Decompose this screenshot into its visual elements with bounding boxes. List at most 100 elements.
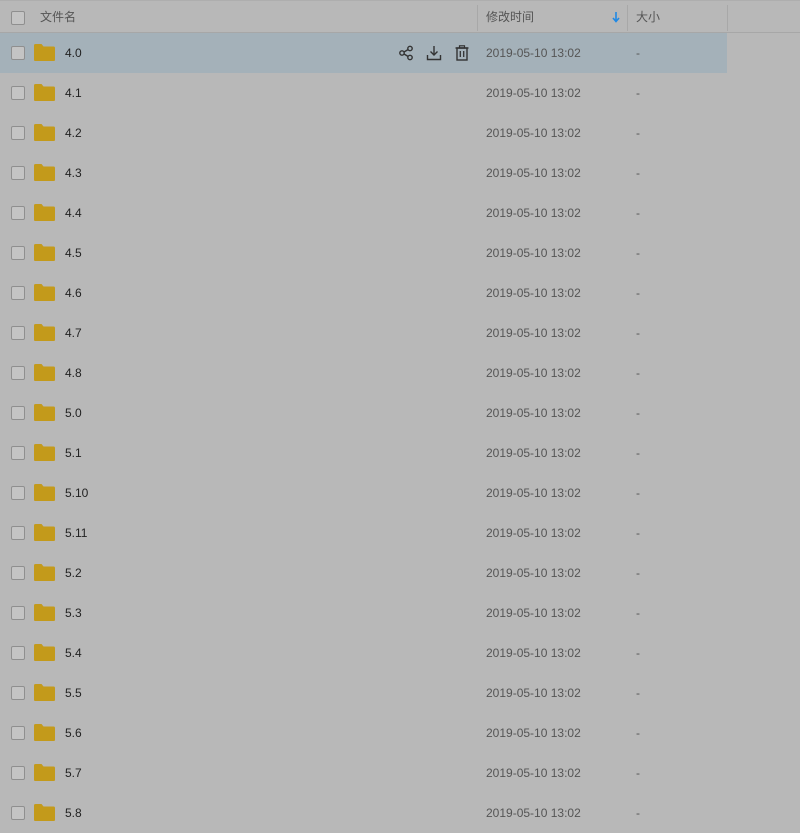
folder-icon[interactable] [34, 604, 55, 621]
file-name-link[interactable]: 4.7 [65, 313, 82, 353]
file-size: - [636, 166, 640, 180]
table-row[interactable]: 5.8 2019-05-10 13:02 - [0, 793, 800, 833]
file-name-link[interactable]: 5.8 [65, 793, 82, 833]
file-name-link[interactable]: 5.10 [65, 473, 88, 513]
folder-icon[interactable] [34, 204, 55, 221]
table-row[interactable]: 5.1 2019-05-10 13:02 - [0, 433, 800, 473]
folder-icon[interactable] [34, 124, 55, 141]
row-checkbox[interactable] [11, 126, 25, 140]
column-header-modified[interactable]: 修改时间 [486, 1, 534, 33]
folder-icon[interactable] [34, 404, 55, 421]
file-size: - [636, 646, 640, 660]
table-row[interactable]: 4.6 2019-05-10 13:02 - [0, 273, 800, 313]
table-row[interactable]: 5.11 2019-05-10 13:02 - [0, 513, 800, 553]
arrow-down-icon[interactable] [612, 11, 620, 23]
folder-icon[interactable] [34, 764, 55, 781]
row-checkbox[interactable] [11, 326, 25, 340]
folder-icon[interactable] [34, 44, 55, 61]
file-name-link[interactable]: 5.3 [65, 593, 82, 633]
file-name-link[interactable]: 5.4 [65, 633, 82, 673]
folder-icon[interactable] [34, 524, 55, 541]
modified-time: 2019-05-10 13:02 [486, 286, 581, 300]
row-checkbox[interactable] [11, 806, 25, 820]
row-checkbox[interactable] [11, 166, 25, 180]
file-name-link[interactable]: 5.7 [65, 753, 82, 793]
table-row[interactable]: 4.3 2019-05-10 13:02 - [0, 153, 800, 193]
file-name-link[interactable]: 4.5 [65, 233, 82, 273]
folder-icon[interactable] [34, 444, 55, 461]
column-divider[interactable] [477, 5, 478, 31]
table-row[interactable]: 4.7 2019-05-10 13:02 - [0, 313, 800, 353]
file-size: - [636, 726, 640, 740]
row-checkbox[interactable] [11, 366, 25, 380]
table-row[interactable]: 5.0 2019-05-10 13:02 - [0, 393, 800, 433]
row-checkbox[interactable] [11, 86, 25, 100]
share-icon[interactable] [398, 45, 414, 61]
file-name-link[interactable]: 4.6 [65, 273, 82, 313]
file-name-link[interactable]: 5.6 [65, 713, 82, 753]
table-row[interactable]: 5.4 2019-05-10 13:02 - [0, 633, 800, 673]
table-row[interactable]: 5.6 2019-05-10 13:02 - [0, 713, 800, 753]
table-row[interactable]: 4.1 2019-05-10 13:02 - [0, 73, 800, 113]
column-header-name[interactable]: 文件名 [40, 1, 76, 33]
folder-icon[interactable] [34, 324, 55, 341]
row-checkbox[interactable] [11, 686, 25, 700]
file-name-link[interactable]: 4.8 [65, 353, 82, 393]
folder-icon[interactable] [34, 724, 55, 741]
file-size: - [636, 606, 640, 620]
column-header-size[interactable]: 大小 [636, 1, 660, 33]
folder-icon[interactable] [34, 84, 55, 101]
table-row[interactable]: 4.8 2019-05-10 13:02 - [0, 353, 800, 393]
folder-icon[interactable] [34, 644, 55, 661]
table-row[interactable]: 5.5 2019-05-10 13:02 - [0, 673, 800, 713]
file-name-link[interactable]: 4.2 [65, 113, 82, 153]
delete-icon[interactable] [454, 45, 470, 61]
file-size: - [636, 766, 640, 780]
row-checkbox[interactable] [11, 246, 25, 260]
folder-icon[interactable] [34, 284, 55, 301]
file-name-link[interactable]: 4.0 [65, 33, 82, 73]
folder-icon[interactable] [34, 484, 55, 501]
row-checkbox[interactable] [11, 446, 25, 460]
row-checkbox[interactable] [11, 646, 25, 660]
file-name-link[interactable]: 5.0 [65, 393, 82, 433]
file-name-link[interactable]: 4.3 [65, 153, 82, 193]
row-checkbox[interactable] [11, 566, 25, 580]
file-name-link[interactable]: 5.1 [65, 433, 82, 473]
table-row[interactable]: 5.10 2019-05-10 13:02 - [0, 473, 800, 513]
folder-icon[interactable] [34, 564, 55, 581]
folder-icon[interactable] [34, 164, 55, 181]
row-checkbox[interactable] [11, 766, 25, 780]
folder-icon[interactable] [34, 804, 55, 821]
select-all-checkbox[interactable] [11, 11, 25, 25]
column-divider[interactable] [627, 5, 628, 31]
table-row[interactable]: 5.3 2019-05-10 13:02 - [0, 593, 800, 633]
row-checkbox[interactable] [11, 726, 25, 740]
download-icon[interactable] [426, 45, 442, 61]
file-name-link[interactable]: 4.1 [65, 73, 82, 113]
row-checkbox[interactable] [11, 486, 25, 500]
table-row[interactable]: 4.2 2019-05-10 13:02 - [0, 113, 800, 153]
row-checkbox[interactable] [11, 286, 25, 300]
table-row[interactable]: 5.7 2019-05-10 13:02 - [0, 753, 800, 793]
file-name-link[interactable]: 4.4 [65, 193, 82, 233]
table-row[interactable]: 4.4 2019-05-10 13:02 - [0, 193, 800, 233]
row-checkbox[interactable] [11, 46, 25, 60]
table-row[interactable]: 4.5 2019-05-10 13:02 - [0, 233, 800, 273]
table-row[interactable]: 5.2 2019-05-10 13:02 - [0, 553, 800, 593]
column-divider[interactable] [727, 5, 728, 31]
row-checkbox[interactable] [11, 406, 25, 420]
row-checkbox[interactable] [11, 206, 25, 220]
row-checkbox[interactable] [11, 606, 25, 620]
folder-icon[interactable] [34, 244, 55, 261]
file-name-link[interactable]: 5.11 [65, 513, 87, 553]
row-checkbox[interactable] [11, 526, 25, 540]
folder-icon[interactable] [34, 684, 55, 701]
modified-time: 2019-05-10 13:02 [486, 46, 581, 60]
file-size: - [636, 806, 640, 820]
file-name-link[interactable]: 5.5 [65, 673, 82, 713]
folder-icon[interactable] [34, 364, 55, 381]
file-name-link[interactable]: 5.2 [65, 553, 82, 593]
modified-time: 2019-05-10 13:02 [486, 726, 581, 740]
table-row[interactable]: 4.0 2019-05-10 13:02 - [0, 33, 727, 73]
